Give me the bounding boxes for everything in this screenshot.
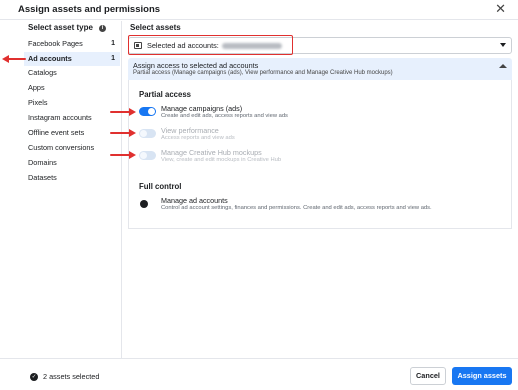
sidebar-item-instagram-accounts[interactable]: Instagram accounts xyxy=(24,111,120,125)
manage-campaigns-title: Manage campaigns (ads) xyxy=(161,104,243,113)
sidebar-item-facebook-pages[interactable]: Facebook Pages 1 xyxy=(24,37,120,51)
view-performance-title: View performance xyxy=(161,126,219,135)
creative-hub-desc: View, create and edit mockups in Creativ… xyxy=(161,157,282,163)
select-assets-heading: Select assets xyxy=(130,23,181,32)
access-panel-title: Assign access to selected ad accounts xyxy=(133,61,259,70)
asset-type-heading: Select asset type i xyxy=(28,23,106,32)
toggle-knob xyxy=(140,130,147,137)
manage-campaigns-desc: Create and edit ads, access reports and … xyxy=(161,113,288,119)
sidebar-item-datasets[interactable]: Datasets xyxy=(24,171,120,185)
count-badge: 1 xyxy=(111,55,115,62)
sidebar-item-label: Offline event sets xyxy=(28,128,85,137)
cancel-button[interactable]: Cancel xyxy=(410,367,446,385)
sidebar-item-label: Pixels xyxy=(28,98,48,107)
access-panel-subtitle: Partial access (Manage campaigns (ads), … xyxy=(133,70,393,76)
sidebar-item-label: Facebook Pages xyxy=(28,39,83,48)
dialog-title: Assign assets and permissions xyxy=(18,4,161,15)
sidebar-item-catalogs[interactable]: Catalogs xyxy=(24,66,120,80)
annotation-arrow xyxy=(2,55,26,63)
creative-hub-toggle[interactable] xyxy=(139,151,156,160)
sidebar-item-ad-accounts[interactable]: Ad accounts 1 xyxy=(24,52,120,66)
sidebar-item-label: Ad accounts xyxy=(28,54,72,63)
annotation-arrow xyxy=(110,129,136,137)
access-panel-header[interactable]: Assign access to selected ad accounts Pa… xyxy=(128,58,512,80)
sidebar-item-label: Catalogs xyxy=(28,68,57,77)
annotation-arrow-head xyxy=(129,129,136,137)
view-performance-toggle[interactable] xyxy=(139,129,156,138)
chevron-down-icon xyxy=(500,43,506,47)
check-circle-icon: ✓ xyxy=(30,373,38,381)
sidebar-item-offline-event-sets[interactable]: Offline event sets xyxy=(24,126,120,140)
annotation-arrow-shaft xyxy=(110,132,130,134)
selected-count: 2 assets selected xyxy=(43,372,100,381)
manage-ad-accounts-title: Manage ad accounts xyxy=(161,196,228,205)
annotation-arrow xyxy=(110,108,136,116)
dialog-header: Assign assets and permissions ✕ xyxy=(0,0,518,20)
annotation-arrow-head xyxy=(129,108,136,116)
view-performance-desc: Access reports and view ads xyxy=(161,135,235,141)
toggle-knob xyxy=(148,108,155,115)
sidebar-item-pixels[interactable]: Pixels xyxy=(24,96,120,110)
count-badge: 1 xyxy=(111,40,115,47)
sidebar-item-custom-conversions[interactable]: Custom conversions xyxy=(24,141,120,155)
annotation-arrow-shaft xyxy=(110,111,130,113)
assign-assets-button[interactable]: Assign assets xyxy=(452,367,512,385)
annotation-arrow-shaft xyxy=(8,58,26,60)
info-icon[interactable]: i xyxy=(98,25,106,32)
sidebar-item-domains[interactable]: Domains xyxy=(24,156,120,170)
sidebar-item-label: Apps xyxy=(28,83,45,92)
annotation-arrow-head xyxy=(129,151,136,159)
sidebar-item-label: Datasets xyxy=(28,173,57,182)
asset-type-heading-text: Select asset type xyxy=(28,23,93,32)
toggle-knob xyxy=(140,152,147,159)
manage-campaigns-toggle[interactable] xyxy=(139,107,156,116)
sidebar-item-apps[interactable]: Apps xyxy=(24,81,120,95)
sidebar-item-label: Domains xyxy=(28,158,57,167)
annotation-arrow-shaft xyxy=(110,154,130,156)
annotation-highlight-box xyxy=(128,35,293,55)
close-icon[interactable]: ✕ xyxy=(495,1,506,17)
assign-assets-dialog: Assign assets and permissions ✕ Select a… xyxy=(0,0,518,390)
partial-access-label: Partial access xyxy=(139,90,192,99)
dialog-footer: ✓ 2 assets selected Cancel Assign assets xyxy=(0,358,518,390)
full-control-label: Full control xyxy=(139,182,182,191)
sidebar-item-label: Custom conversions xyxy=(28,143,95,152)
manage-ad-accounts-radio[interactable] xyxy=(140,200,148,208)
manage-ad-accounts-desc: Control ad account settings, finances an… xyxy=(161,205,432,211)
sidebar-item-label: Instagram accounts xyxy=(28,113,92,122)
chevron-up-icon[interactable] xyxy=(499,64,507,68)
annotation-arrow xyxy=(110,151,136,159)
creative-hub-title: Manage Creative Hub mockups xyxy=(161,148,262,157)
